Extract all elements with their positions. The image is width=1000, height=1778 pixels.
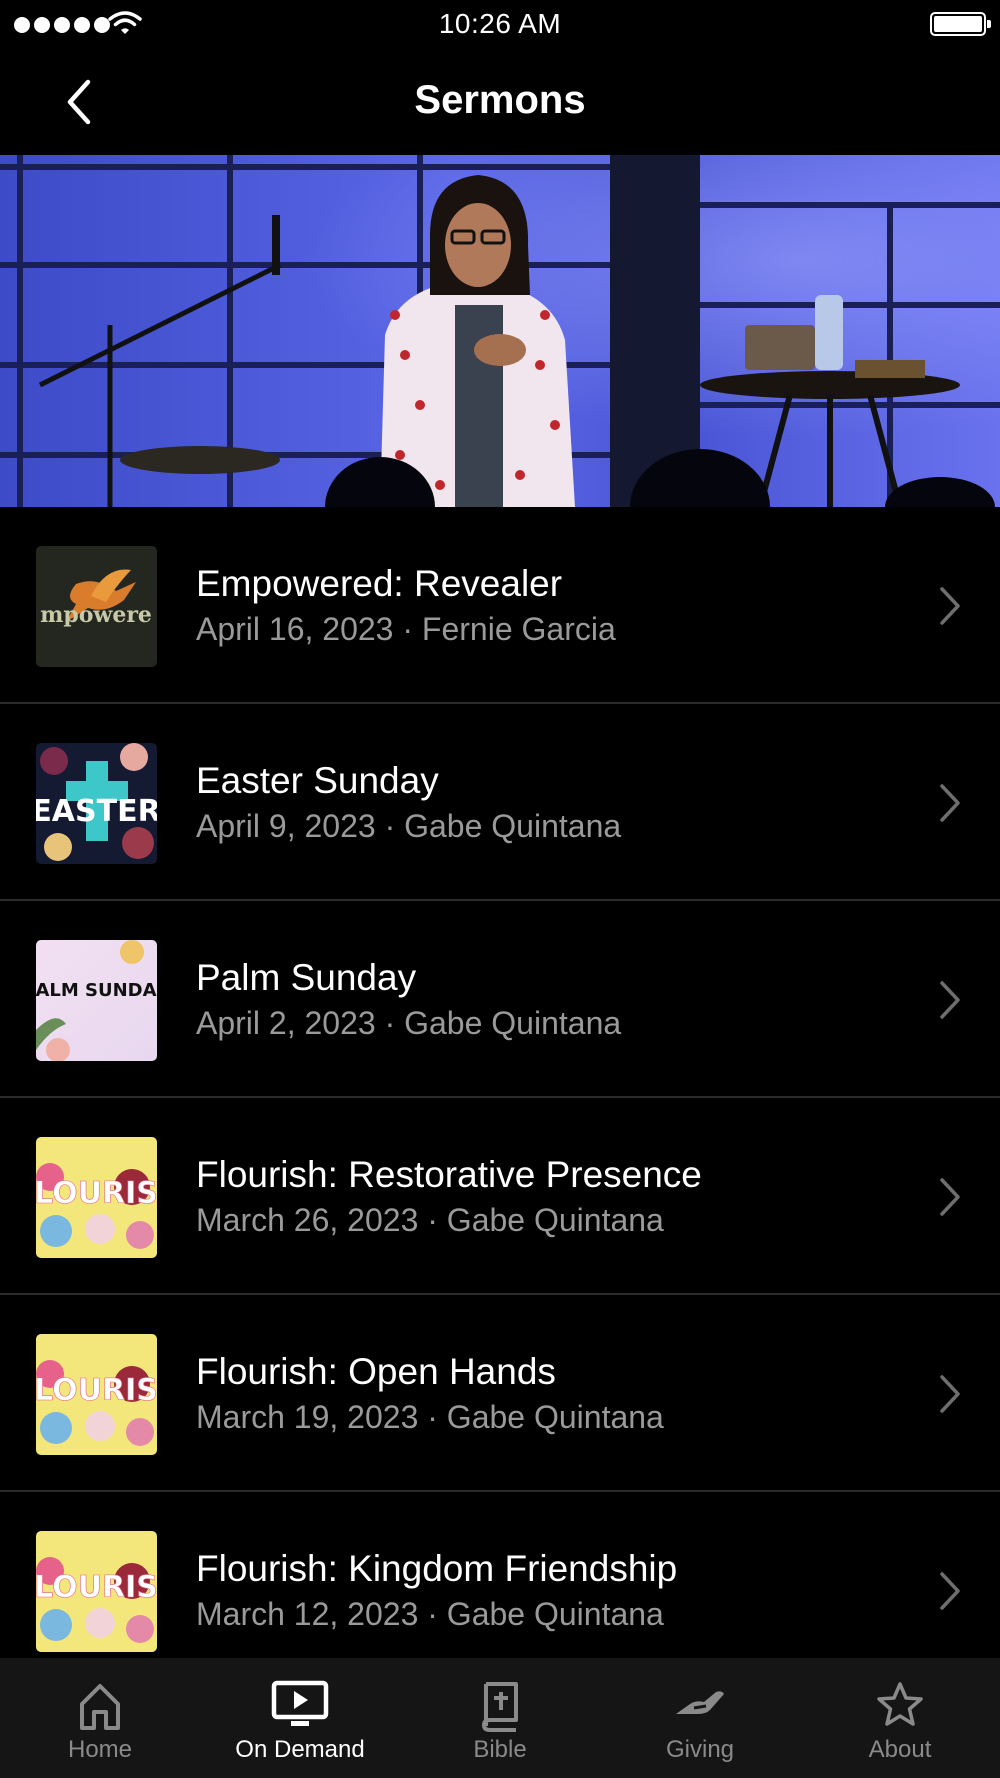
sermon-row[interactable]: mpowere Empowered: Revealer April 16, 20…	[0, 507, 1000, 704]
sermon-title: Easter Sunday	[196, 760, 439, 801]
sermon-thumbnail: LOURIS	[36, 1137, 157, 1258]
play-screen-icon	[271, 1680, 329, 1726]
sermon-date-speaker: March 12, 2023 · Gabe Quintana	[196, 1596, 664, 1632]
chevron-right-icon	[940, 1178, 960, 1216]
sermon-row[interactable]: LOURIS Flourish: Restorative Presence Ma…	[0, 1098, 1000, 1295]
sermon-date-speaker: March 19, 2023 · Gabe Quintana	[196, 1399, 664, 1435]
tab-label: About	[868, 1736, 932, 1763]
tab-home[interactable]: Home	[0, 1658, 200, 1778]
tab-giving[interactable]: Giving	[600, 1658, 800, 1778]
giving-hand-icon	[676, 1691, 724, 1714]
svg-text:LOURIS: LOURIS	[36, 1176, 157, 1211]
tab-label: Giving	[665, 1736, 735, 1763]
page-title: Sermons	[414, 78, 586, 122]
sermon-thumbnail: LOURIS	[36, 1531, 157, 1652]
svg-text:mpowere: mpowere	[40, 602, 152, 628]
tab-on-demand[interactable]: On Demand	[200, 1658, 400, 1778]
svg-text:EASTER: EASTER	[36, 794, 157, 829]
battery-icon	[930, 12, 991, 36]
sermon-date-speaker: March 26, 2023 · Gabe Quintana	[196, 1202, 664, 1238]
status-time: 10:26 AM	[438, 8, 562, 39]
sermon-thumbnail: LOURIS	[36, 1334, 157, 1455]
sermon-date-speaker: April 2, 2023 · Gabe Quintana	[196, 1005, 622, 1041]
sermon-title: Flourish: Open Hands	[196, 1351, 556, 1392]
navigation-bar: Sermons	[0, 50, 1000, 155]
status-bar: 10:26 AM	[0, 0, 1000, 50]
svg-text:ALM SUNDA: ALM SUNDA	[36, 980, 157, 1001]
sermon-list: mpowere Empowered: Revealer April 16, 20…	[0, 507, 1000, 1689]
sermon-date-speaker: April 9, 2023 · Gabe Quintana	[196, 808, 622, 844]
sermon-title: Flourish: Kingdom Friendship	[196, 1548, 678, 1589]
chevron-right-icon	[940, 1572, 960, 1610]
sermon-title: Palm Sunday	[196, 957, 417, 998]
svg-text:LOURIS: LOURIS	[36, 1373, 157, 1408]
sermon-row[interactable]: LOURIS Flourish: Open Hands March 19, 20…	[0, 1295, 1000, 1492]
sermon-title: Flourish: Restorative Presence	[196, 1154, 702, 1195]
sermon-row[interactable]: EASTER Easter Sunday April 9, 2023 · Gab…	[0, 704, 1000, 901]
tab-label: Bible	[473, 1736, 527, 1763]
star-icon	[877, 1682, 923, 1726]
tab-bar: Home On Demand Bible Giving About	[0, 1658, 1000, 1778]
sermon-thumbnail: ALM SUNDA	[36, 940, 157, 1061]
chevron-right-icon	[940, 587, 960, 625]
tab-about[interactable]: About	[800, 1658, 1000, 1778]
tab-bible[interactable]: Bible	[400, 1658, 600, 1778]
hero-image	[0, 155, 1000, 507]
sermon-row[interactable]: ALM SUNDA Palm Sunday April 2, 2023 · Ga…	[0, 901, 1000, 1098]
sermon-thumbnail: mpowere	[36, 546, 157, 667]
chevron-right-icon	[940, 1375, 960, 1413]
bible-icon	[482, 1682, 518, 1732]
sermon-title: Empowered: Revealer	[196, 563, 563, 604]
chevron-right-icon	[940, 981, 960, 1019]
chevron-right-icon	[940, 784, 960, 822]
tab-label: Home	[67, 1736, 133, 1763]
sermon-thumbnail: EASTER	[36, 743, 157, 864]
tab-label: On Demand	[235, 1736, 365, 1763]
home-icon	[80, 1684, 120, 1730]
sermon-date-speaker: April 16, 2023 · Fernie Garcia	[196, 611, 616, 647]
svg-text:LOURIS: LOURIS	[36, 1570, 157, 1605]
